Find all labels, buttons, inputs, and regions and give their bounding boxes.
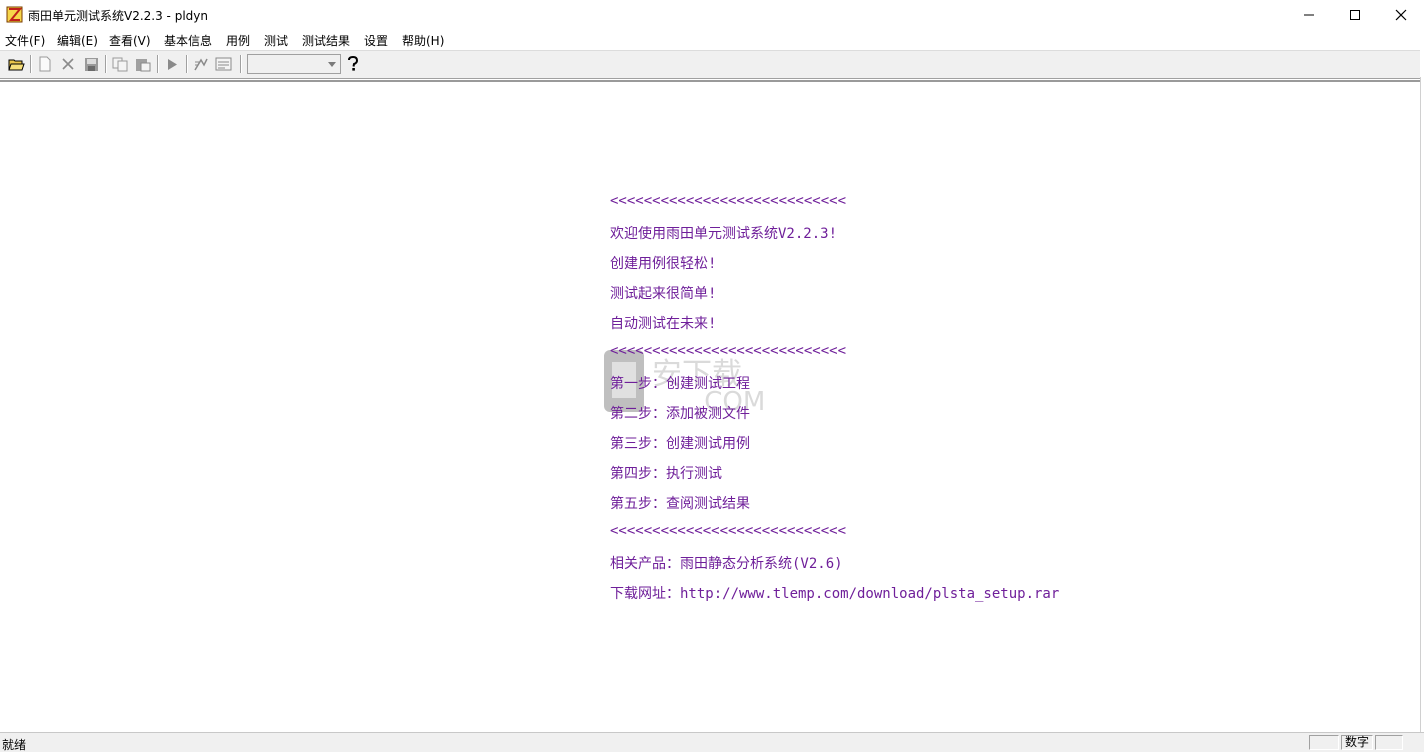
toolbar — [0, 50, 1420, 79]
toolbar-separator — [30, 55, 32, 73]
step-4: 第四步：执行测试 — [610, 466, 722, 482]
maximize-button[interactable] — [1332, 0, 1378, 29]
toolbar-separator — [105, 55, 107, 73]
paste-icon — [136, 58, 151, 71]
view-button[interactable] — [213, 54, 233, 74]
window-title: 雨田单元测试系统V2.2.3 - pldyn — [28, 9, 208, 23]
open-folder-icon — [7, 59, 25, 70]
run-icon — [168, 58, 177, 70]
minimize-icon — [1304, 14, 1314, 15]
step-button[interactable] — [191, 54, 211, 74]
help-icon — [348, 56, 359, 71]
menu-file[interactable]: 文件(F) — [5, 32, 45, 49]
run-button[interactable] — [162, 54, 182, 74]
maximize-icon — [1350, 9, 1360, 20]
menu-cases[interactable]: 用例 — [226, 32, 250, 49]
divider-line-1: <<<<<<<<<<<<<<<<<<<<<<<<<<<< — [610, 193, 847, 209]
menu-help[interactable]: 帮助(H) — [402, 32, 444, 49]
menu-test[interactable]: 测试 — [264, 32, 288, 49]
toolbar-separator — [186, 55, 188, 73]
save-icon — [84, 57, 98, 71]
title-bar: 雨田单元测试系统V2.2.3 - pldyn — [0, 0, 1424, 29]
open-button[interactable] — [6, 54, 26, 74]
window-edge — [1420, 77, 1424, 732]
status-pane-caps — [1309, 735, 1339, 750]
delete-icon — [62, 58, 74, 70]
status-pane-num: 数字 — [1341, 735, 1373, 750]
menu-results[interactable]: 测试结果 — [302, 32, 350, 49]
close-icon — [1395, 9, 1407, 20]
copy-icon — [112, 57, 128, 71]
step-5: 第五步：查阅测试结果 — [610, 496, 750, 512]
status-bar: 就绪 数字 — [0, 732, 1424, 752]
toolbar-separator — [240, 55, 242, 73]
app-icon — [6, 6, 23, 23]
new-button[interactable] — [35, 54, 55, 74]
slogan-line-3: 自动测试在未来! — [610, 316, 717, 332]
menu-view[interactable]: 查看(V) — [109, 32, 151, 49]
case-select[interactable] — [247, 54, 341, 74]
view-icon — [215, 57, 231, 71]
step-icon — [194, 58, 208, 70]
download-url: 下载网址：http://www.tlemp.com/download/plsta… — [610, 586, 1060, 602]
status-ready: 就绪 — [2, 738, 27, 752]
related-product: 相关产品：雨田静态分析系统(V2.6) — [610, 556, 843, 572]
menu-edit[interactable]: 编辑(E) — [57, 32, 98, 49]
menu-basic-info[interactable]: 基本信息 — [164, 32, 212, 49]
chevron-down-icon[interactable] — [325, 56, 339, 72]
minimize-button[interactable] — [1286, 0, 1332, 29]
menu-settings[interactable]: 设置 — [364, 32, 388, 49]
step-2: 第二步：添加被测文件 — [610, 406, 750, 422]
slogan-line-1: 创建用例很轻松! — [610, 256, 717, 272]
divider-line-2: <<<<<<<<<<<<<<<<<<<<<<<<<<<< — [610, 343, 847, 359]
close-button[interactable] — [1378, 0, 1424, 29]
toolbar-separator — [157, 55, 159, 73]
menu-bar: 文件(F) 编辑(E) 查看(V) 基本信息 用例 测试 测试结果 设置 帮助(… — [0, 29, 1424, 50]
slogan-line-2: 测试起来很简单! — [610, 286, 717, 302]
status-pane-scroll — [1375, 735, 1403, 750]
new-file-icon — [39, 56, 51, 72]
step-3: 第三步：创建测试用例 — [610, 436, 750, 452]
copy-button[interactable] — [110, 54, 130, 74]
step-1: 第一步：创建测试工程 — [610, 376, 750, 392]
main-document-area[interactable]: 安下载 .COM <<<<<<<<<<<<<<<<<<<<<<<<<<<< 欢迎… — [0, 82, 1420, 732]
divider-line-3: <<<<<<<<<<<<<<<<<<<<<<<<<<<< — [610, 523, 847, 539]
save-button[interactable] — [81, 54, 101, 74]
delete-button[interactable] — [58, 54, 78, 74]
welcome-message: 欢迎使用雨田单元测试系统V2.2.3! — [610, 226, 838, 242]
paste-button[interactable] — [133, 54, 153, 74]
help-button[interactable] — [343, 54, 363, 74]
